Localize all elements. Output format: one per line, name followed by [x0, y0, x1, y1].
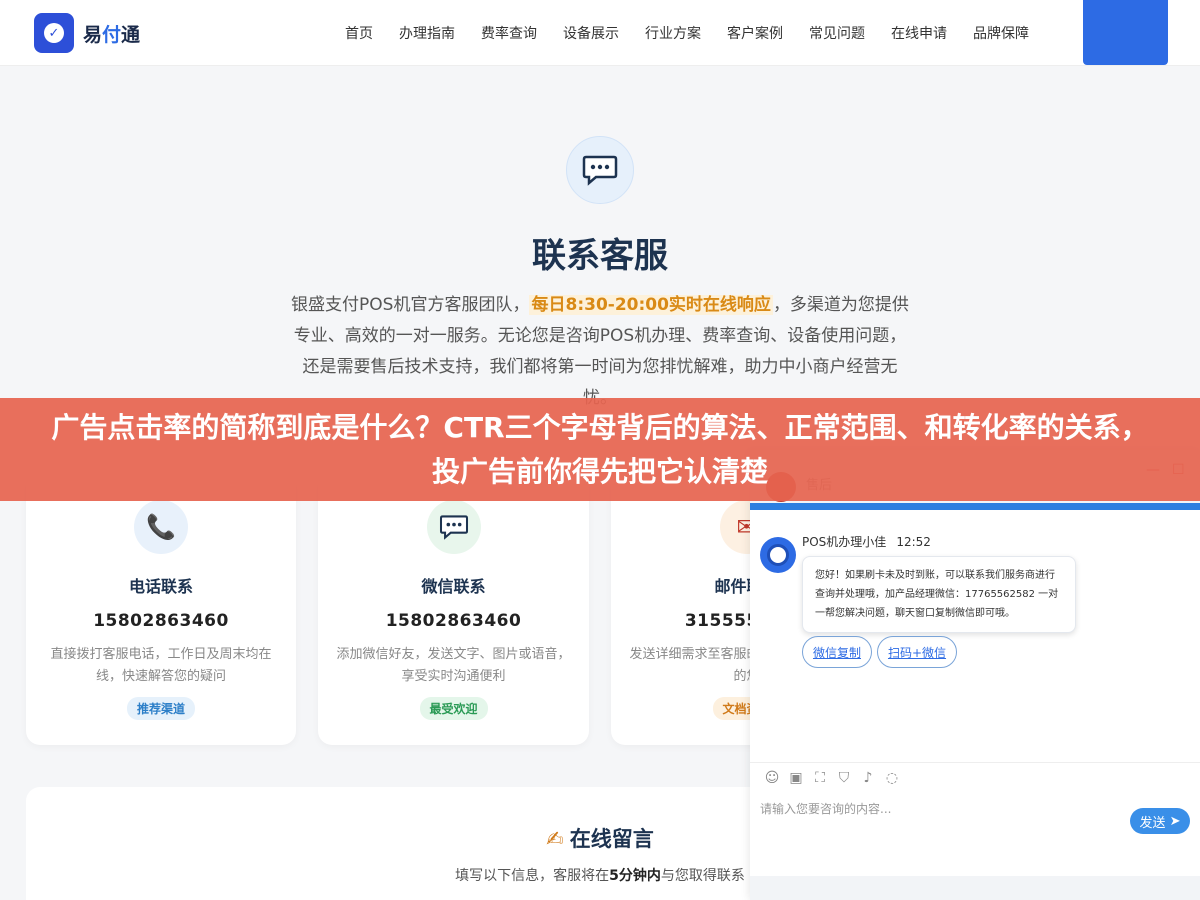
nav-item-cases[interactable]: 客户案例: [727, 23, 783, 43]
card-description: 直接拨打客服电话，工作日及周末均在线，快速解答您的疑问: [50, 647, 272, 684]
phone-number[interactable]: 15802863460: [26, 611, 296, 631]
site-header: ✓ 易付通 首页 办理指南 费率查询 设备展示 行业方案 客户案例 常见问题 在…: [0, 0, 1200, 66]
send-button[interactable]: 发送 ➤: [1130, 808, 1190, 834]
nav-item-guarantee[interactable]: 品牌保障: [973, 23, 1029, 43]
nav-item-solutions[interactable]: 行业方案: [645, 23, 701, 43]
article-title-banner[interactable]: 广告点击率的简称到底是什么？CTR三个字母背后的算法、正常范围、和转化率的关系，…: [0, 398, 1200, 501]
emoji-icon[interactable]: ☺: [760, 770, 784, 786]
hero-description: 银盛支付POS机官方客服团队， 每日8:30-20:00实时在线响应 ，多渠道为您提…: [291, 295, 909, 408]
scan-qr-wechat-button[interactable]: 扫码+微信: [877, 636, 957, 668]
chat-bubble-icon: [566, 136, 634, 204]
status-badge: 最受欢迎: [419, 697, 488, 720]
chat-message-bubble: 您好！如果刷卡未及时到账，可以联系我们服务商进行查询并处理哦，加产品经理微信：1…: [802, 556, 1076, 633]
chat-toolbar: ☺ ▣ ⛶ ⛉ ♪ ◌: [760, 770, 904, 786]
pen-icon: ✍: [546, 827, 564, 851]
nav-item-home[interactable]: 首页: [345, 23, 373, 43]
card-title: 微信联系: [421, 577, 486, 596]
chat-widget: 售后 — ☐ POS机办理小佳12:52 您好！如果刷卡未及时到账，可以联系我们…: [750, 450, 1200, 900]
header-cta-button[interactable]: [1083, 0, 1168, 65]
nav-item-rates[interactable]: 费率查询: [481, 23, 537, 43]
chat-bubble-icon: [426, 500, 481, 554]
sound-icon[interactable]: ♪: [856, 770, 880, 786]
card-title: 电话联系: [128, 577, 193, 596]
chat-timestamp: 12:52: [896, 535, 931, 549]
main-nav: 首页 办理指南 费率查询 设备展示 行业方案 客户案例 常见问题 在线申请 品牌…: [332, 0, 1042, 66]
shield-icon[interactable]: ⛉: [832, 770, 856, 786]
nav-item-devices[interactable]: 设备展示: [563, 23, 619, 43]
chat-footer: [750, 876, 1200, 900]
phone-icon: 📞: [134, 500, 188, 554]
chat-divider: [750, 762, 1200, 763]
page-title: 联系客服: [532, 236, 668, 276]
service-hours-highlight: 每日8:30-20:00实时在线响应: [529, 295, 773, 315]
agent-avatar: [760, 537, 796, 573]
image-icon[interactable]: ▣: [784, 770, 808, 786]
logo[interactable]: ✓ 易付通: [34, 13, 140, 53]
nav-item-guide[interactable]: 办理指南: [399, 23, 455, 43]
status-badge: 推荐渠道: [126, 697, 196, 720]
chat-sender: POS机办理小佳 12:52: [802, 535, 931, 549]
screenshot-icon[interactable]: ⛶: [808, 770, 832, 786]
chat-bubbles-icon[interactable]: ◌: [880, 770, 904, 786]
contact-card-wechat: 微信联系 15802863460 添加微信好友，发送文字、图片或语音，享受实时沟…: [318, 474, 589, 745]
send-icon: ➤: [1169, 813, 1181, 829]
nav-item-faq[interactable]: 常见问题: [809, 23, 865, 43]
nav-item-apply[interactable]: 在线申请: [891, 23, 947, 43]
logo-check-icon: ✓: [34, 13, 74, 53]
card-description: 添加微信好友，发送文字、图片或语音，享受实时沟通便利: [336, 647, 571, 684]
chat-header-bar: [750, 503, 1200, 510]
logo-text: 易付通: [83, 23, 141, 46]
banner-text: 广告点击率的简称到底是什么？CTR三个字母背后的算法、正常范围、和转化率的关系，…: [51, 410, 1149, 488]
chat-input[interactable]: 请输入您要咨询的内容...: [760, 800, 891, 817]
wechat-number[interactable]: 15802863460: [318, 611, 589, 631]
contact-card-phone: 📞 电话联系 15802863460 直接拨打客服电话，工作日及周末均在线，快速…: [26, 474, 296, 745]
copy-wechat-button[interactable]: 微信复制: [802, 636, 872, 668]
